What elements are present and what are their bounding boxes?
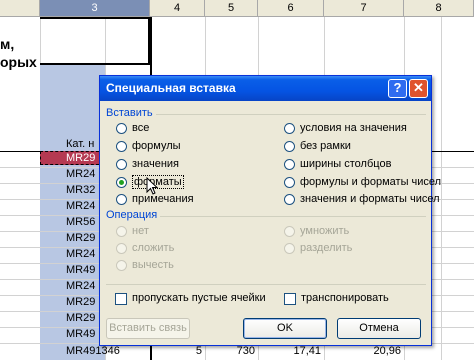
radio-checked-icon <box>116 177 127 188</box>
code-cell[interactable]: MR24 <box>66 248 95 260</box>
radio-icon <box>116 260 127 271</box>
code-cell[interactable]: MR24 <box>66 168 95 180</box>
radio-icon <box>116 141 127 152</box>
column-caption: Кат. н <box>66 138 95 150</box>
merged-header-cell[interactable] <box>40 17 150 65</box>
paste-special-dialog: Специальная вставка ? ✕ Вставить все фор… <box>99 75 441 346</box>
group-divider <box>156 114 426 115</box>
column-header-5[interactable]: 5 <box>205 0 258 17</box>
value-cell[interactable]: 17,41 <box>258 345 321 357</box>
code-cell[interactable]: MR24 <box>66 280 95 292</box>
radio-icon <box>116 123 127 134</box>
radio-icon <box>284 177 295 188</box>
dialog-title: Специальная вставка <box>106 81 236 95</box>
code-cell[interactable]: MR29 <box>66 232 95 244</box>
help-button[interactable]: ? <box>388 79 407 98</box>
cancel-button[interactable]: Отмена <box>337 318 421 339</box>
radio-icon <box>116 159 127 170</box>
dialog-title-bar[interactable]: Специальная вставка ? ✕ <box>100 76 431 101</box>
code-cell[interactable]: MR32 <box>66 184 95 196</box>
code-cell[interactable]: MR49 <box>66 328 95 340</box>
price-cell[interactable]: 730 <box>205 345 255 357</box>
grid-line <box>441 17 442 360</box>
radio-icon <box>116 226 127 237</box>
operation-group-label: Операция <box>106 209 158 221</box>
group-divider <box>160 216 426 217</box>
row-header-text-1: м, <box>0 36 15 52</box>
value-cell[interactable]: 20,96 <box>324 345 401 357</box>
column-header-blank[interactable] <box>0 0 40 17</box>
qty-cell[interactable]: 5 <box>150 345 202 357</box>
ok-button[interactable]: OK <box>243 318 327 339</box>
checkbox-icon <box>115 293 127 305</box>
radio-icon <box>284 194 295 205</box>
code-cell[interactable]: MR49 <box>66 264 95 276</box>
column-header-4[interactable]: 4 <box>150 0 205 17</box>
radio-icon <box>284 123 295 134</box>
close-button[interactable]: ✕ <box>409 79 428 98</box>
column-header-3[interactable]: 3 <box>40 0 150 17</box>
column-header-7[interactable]: 7 <box>324 0 404 17</box>
code-cell[interactable]: MR56 <box>66 216 95 228</box>
column-header-8[interactable]: 8 <box>404 0 474 17</box>
code-cell[interactable]: MR491346 <box>66 345 120 357</box>
column-header-6[interactable]: 6 <box>258 0 324 17</box>
paste-link-button[interactable]: Вставить связь <box>106 318 190 339</box>
code-cell[interactable]: MR29 <box>66 152 95 164</box>
group-divider <box>106 284 426 285</box>
radio-icon <box>116 243 127 254</box>
radio-icon <box>284 159 295 170</box>
code-cell[interactable]: MR29 <box>66 296 95 308</box>
code-cell[interactable]: MR24 <box>66 200 95 212</box>
radio-icon <box>284 141 295 152</box>
paste-group-label: Вставить <box>106 107 153 119</box>
code-cell[interactable]: MR29 <box>66 312 95 324</box>
row-header-text-2: орых <box>0 54 37 70</box>
radio-icon <box>284 243 295 254</box>
radio-icon <box>284 226 295 237</box>
radio-icon <box>116 194 127 205</box>
mouse-cursor-icon <box>146 177 158 195</box>
checkbox-icon <box>284 293 296 305</box>
